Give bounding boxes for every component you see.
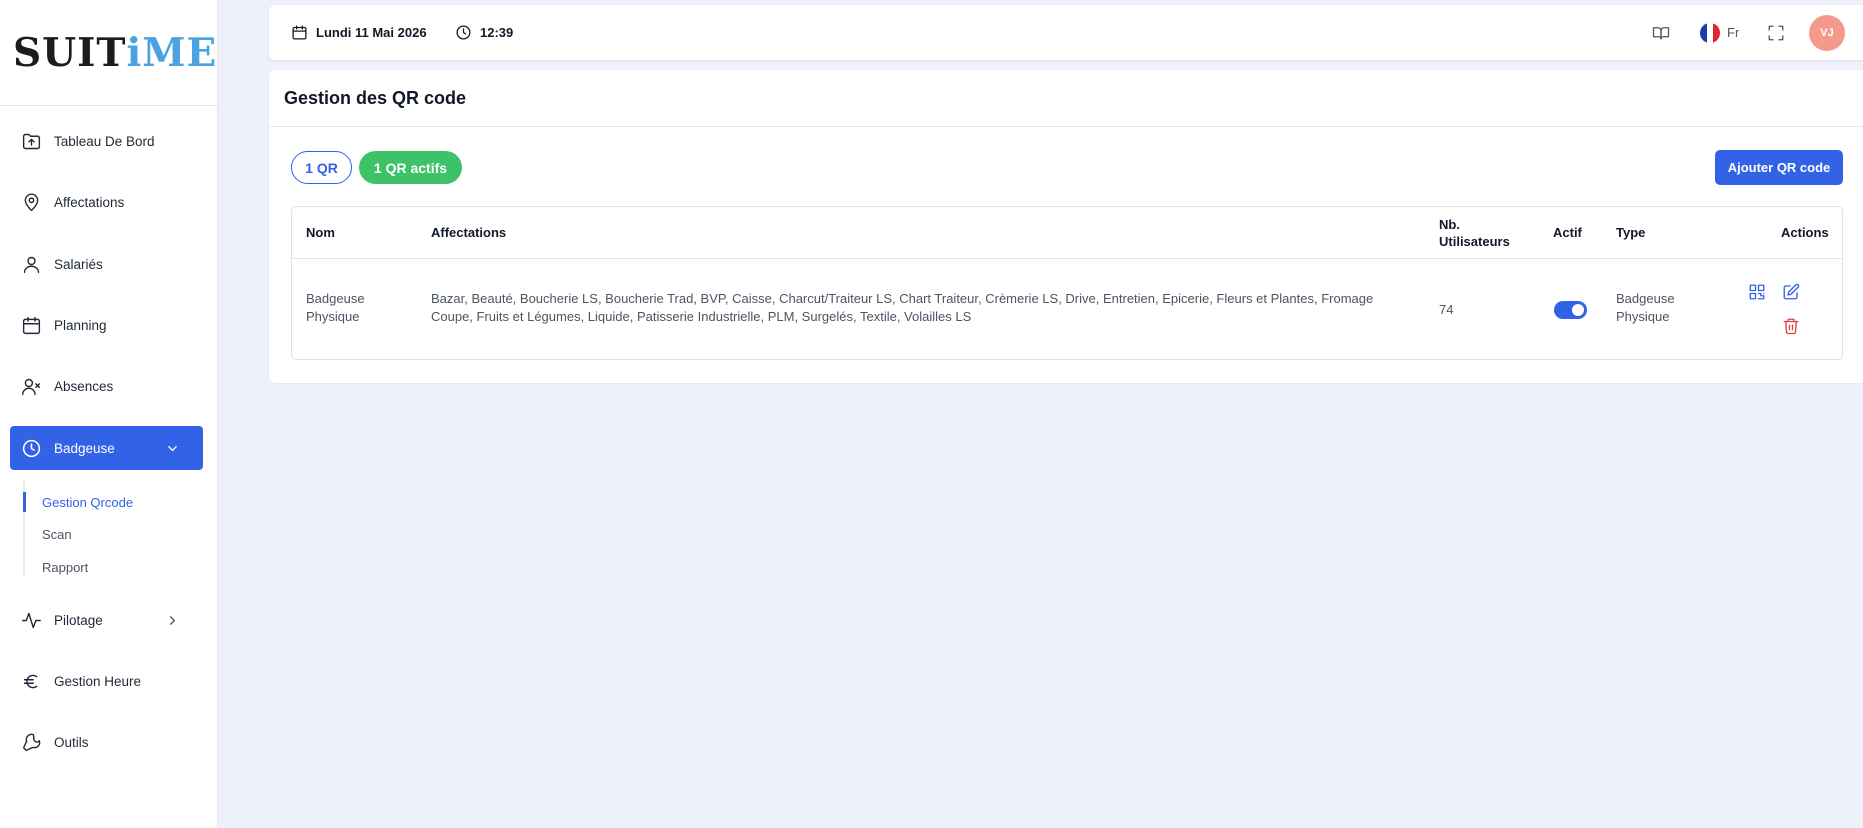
cell-text: Coupe, Fruits et Légumes, Liquide, Patis… bbox=[431, 309, 972, 324]
cell-text: Physique bbox=[306, 309, 360, 324]
column-header-actions: Actions bbox=[1781, 225, 1829, 240]
logo-text-part3: ME bbox=[142, 29, 218, 76]
subnav-item-rapport[interactable]: Rapport bbox=[25, 557, 88, 577]
qr-active-filter[interactable]: 1 QR actifs bbox=[359, 151, 462, 184]
cell-nom: Badgeuse Physique bbox=[306, 290, 365, 326]
subnav-item-label: Rapport bbox=[42, 559, 89, 575]
calendar-icon bbox=[292, 25, 307, 40]
sidebar-item-planning[interactable]: Planning bbox=[10, 303, 203, 347]
sidebar-item-salaries[interactable]: Salariés bbox=[10, 242, 203, 286]
cell-text: Physique bbox=[1616, 309, 1670, 324]
sidebar-item-tableau-de-bord[interactable]: Tableau De Bord bbox=[10, 119, 203, 163]
app-logo[interactable]: SUIT i ME bbox=[0, 0, 217, 106]
subnav-item-label: Gestion Qrcode bbox=[42, 494, 134, 510]
column-header-nb-utilisateurs: Nb. Utilisateurs bbox=[1439, 207, 1510, 258]
folder-upload-icon bbox=[22, 133, 41, 149]
subnav-item-label: Scan bbox=[42, 526, 72, 542]
table-header-divider bbox=[292, 258, 1842, 259]
cell-text: Bazar, Beauté, Boucherie LS, Boucherie T… bbox=[431, 291, 1374, 306]
cell-nb-utilisateurs: 74 bbox=[1439, 302, 1454, 317]
add-qr-code-button[interactable]: Ajouter QR code bbox=[1715, 150, 1843, 185]
edit-icon[interactable] bbox=[1782, 283, 1800, 301]
current-date: Lundi 11 Mai 2026 bbox=[291, 5, 427, 60]
chevron-right-icon bbox=[170, 615, 175, 625]
column-header-text: Nb. bbox=[1439, 216, 1460, 232]
subnav-item-scan[interactable]: Scan bbox=[25, 524, 72, 544]
activity-icon bbox=[22, 612, 41, 628]
sidebar-item-label: Badgeuse bbox=[54, 440, 115, 456]
sidebar: SUIT i ME Tableau De Bord Affectations Sal… bbox=[0, 0, 218, 828]
time-text: 12:39 bbox=[480, 25, 514, 40]
top-header: Lundi 11 Mai 2026 12:39 Fr VJ bbox=[269, 5, 1863, 60]
trash-icon[interactable] bbox=[1782, 317, 1800, 335]
sidebar-item-label: Gestion Heure bbox=[54, 673, 142, 689]
sidebar-item-gestion-heure[interactable]: Gestion Heure bbox=[10, 659, 203, 703]
map-pin-icon bbox=[24, 192, 39, 211]
clock-icon bbox=[456, 25, 471, 40]
column-header-text: Utilisateurs bbox=[1439, 233, 1510, 249]
sidebar-item-label: Outils bbox=[54, 734, 89, 750]
cell-type: Badgeuse Physique bbox=[1616, 290, 1675, 326]
language-label: Fr bbox=[1727, 25, 1740, 40]
column-header-nom: Nom bbox=[306, 225, 335, 240]
sidebar-item-affectations[interactable]: Affectations bbox=[10, 180, 203, 224]
wrench-icon bbox=[22, 733, 41, 751]
column-header-type: Type bbox=[1616, 225, 1646, 240]
france-flag-icon bbox=[1700, 22, 1720, 43]
cell-text: Badgeuse bbox=[1616, 291, 1675, 306]
sidebar-item-label: Planning bbox=[54, 317, 107, 333]
chevron-down-icon bbox=[168, 445, 177, 451]
subnav-item-gestion-qrcode[interactable]: Gestion Qrcode bbox=[23, 492, 133, 512]
clock-icon bbox=[22, 439, 41, 457]
sidebar-item-label: Salariés bbox=[54, 256, 103, 272]
cell-affectations: Bazar, Beauté, Boucherie LS, Boucherie T… bbox=[431, 290, 1411, 326]
language-selector[interactable]: Fr bbox=[1700, 5, 1739, 60]
sidebar-item-label: Pilotage bbox=[54, 612, 103, 628]
date-text: Lundi 11 Mai 2026 bbox=[316, 25, 427, 40]
sidebar-item-outils[interactable]: Outils bbox=[10, 720, 203, 764]
sidebar-item-label: Affectations bbox=[54, 194, 125, 210]
current-time: 12:39 bbox=[455, 5, 513, 60]
sidebar-item-absences[interactable]: Absences bbox=[10, 364, 203, 408]
logo-text-part2: i bbox=[126, 29, 143, 76]
user-icon bbox=[23, 256, 40, 273]
qr-count-filter[interactable]: 1 QR bbox=[291, 151, 352, 184]
sidebar-item-label: Absences bbox=[54, 378, 114, 394]
logo-text-part1: SUIT bbox=[13, 29, 127, 76]
cell-text: Badgeuse bbox=[306, 291, 365, 306]
sidebar-item-label: Tableau De Bord bbox=[54, 133, 155, 149]
calendar-icon bbox=[22, 316, 41, 334]
qr-code-icon[interactable] bbox=[1748, 283, 1766, 301]
sidebar-item-pilotage[interactable]: Pilotage bbox=[10, 598, 203, 642]
card-divider bbox=[269, 126, 1863, 127]
qr-management-card: Gestion des QR code 1 QR 1 QR actifs Ajo… bbox=[269, 70, 1863, 383]
column-header-affectations: Affectations bbox=[431, 225, 507, 240]
active-toggle[interactable] bbox=[1554, 301, 1587, 319]
sidebar-item-badgeuse[interactable]: Badgeuse bbox=[10, 426, 203, 470]
badgeuse-submenu: Gestion Qrcode Scan Rapport bbox=[23, 479, 203, 575]
avatar-initials: VJ bbox=[1820, 27, 1834, 39]
column-header-actif: Actif bbox=[1553, 225, 1582, 240]
user-avatar[interactable]: VJ bbox=[1809, 15, 1845, 51]
book-open-icon[interactable] bbox=[1652, 24, 1670, 42]
page-title: Gestion des QR code bbox=[284, 87, 467, 108]
euro-icon bbox=[23, 674, 38, 688]
fullscreen-icon[interactable] bbox=[1767, 24, 1785, 42]
qr-table: Nom Affectations Nb. Utilisateurs Actif … bbox=[291, 206, 1843, 360]
user-x-icon bbox=[22, 378, 41, 395]
